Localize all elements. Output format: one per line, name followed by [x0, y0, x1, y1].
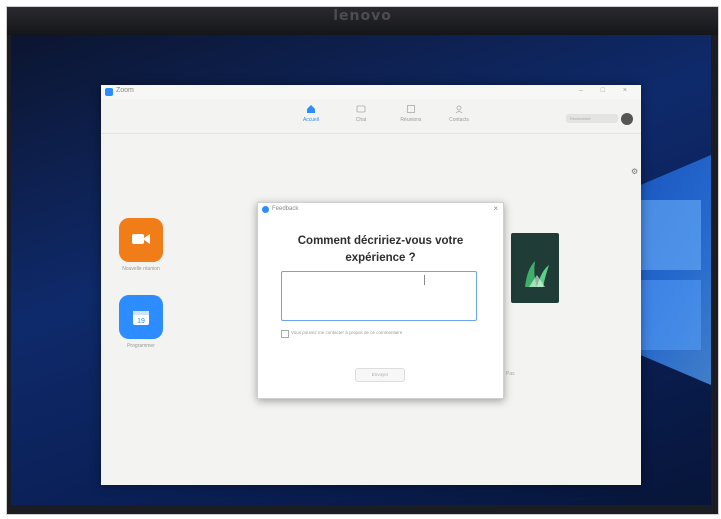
feedback-textarea[interactable] — [281, 271, 477, 321]
new-meeting-button[interactable] — [119, 218, 163, 262]
chat-icon — [356, 105, 366, 113]
video-camera-icon — [132, 234, 150, 244]
window-controls[interactable]: – □ × — [579, 87, 635, 94]
schedule-label: Programmer — [127, 343, 155, 349]
search-input[interactable]: Rechercher — [566, 114, 618, 123]
windows-logo-pane — [641, 200, 701, 270]
new-meeting-label: Nouvelle réunion — [122, 266, 160, 272]
banner-side-text: Pas — [506, 371, 515, 377]
calendar-day: 19 — [137, 318, 145, 325]
schedule-button[interactable]: 19 — [119, 295, 163, 339]
feedback-question-line2: expérience ? — [345, 252, 416, 264]
monitor-brand: lenovo — [333, 8, 392, 24]
window-title: Zoom — [116, 87, 134, 94]
tab-chat-label: Chat — [355, 117, 367, 123]
contact-consent-row[interactable]: Vous pouvez me contacter à propos de ce … — [281, 330, 486, 340]
tab-home-label: Accueil — [302, 117, 320, 123]
settings-gear-icon[interactable]: ⚙ — [631, 167, 638, 176]
plant-icon — [525, 261, 549, 287]
calendar-icon: 19 — [133, 311, 149, 325]
photo-frame: lenovo Zoom – □ × Accueil Chat Réunions … — [6, 6, 719, 515]
tab-contacts[interactable]: Contacts — [439, 104, 479, 123]
dialog-titlebar: Feedback × — [258, 203, 503, 216]
windows-logo-pane — [641, 280, 701, 350]
contact-consent-checkbox[interactable] — [281, 330, 289, 338]
zoom-logo-icon — [105, 88, 113, 96]
home-icon — [307, 105, 315, 113]
tab-home[interactable]: Accueil — [291, 104, 331, 123]
contact-consent-label: Vous pouvez me contacter à propos de ce … — [291, 330, 403, 335]
contacts-icon — [455, 105, 463, 114]
text-cursor — [424, 275, 425, 285]
dialog-title: Feedback — [272, 206, 299, 212]
tab-contacts-label: Contacts — [449, 117, 469, 123]
feedback-question-line1: Comment décririez-vous votre — [297, 235, 464, 247]
tab-meetings-label: Réunions — [400, 117, 422, 123]
desktop-screen: Zoom – □ × Accueil Chat Réunions Contact… — [11, 35, 711, 505]
top-nav: Accueil Chat Réunions Contacts Recherche… — [101, 99, 641, 134]
title-bar: Zoom – □ × — [101, 85, 641, 99]
monitor-bezel: lenovo — [7, 7, 718, 35]
clock-icon — [407, 105, 415, 113]
tab-meetings[interactable]: Réunions — [391, 104, 431, 123]
avatar[interactable] — [621, 113, 633, 125]
home-banner-image — [511, 233, 559, 303]
feedback-question: Comment décririez-vous votre expérience … — [278, 233, 483, 267]
close-button[interactable]: × — [493, 204, 498, 213]
submit-button[interactable]: Envoyer — [355, 368, 405, 382]
feedback-dialog: Feedback × Comment décririez-vous votre … — [257, 202, 504, 399]
tab-chat[interactable]: Chat — [341, 104, 381, 123]
zoom-logo-icon — [262, 206, 269, 213]
